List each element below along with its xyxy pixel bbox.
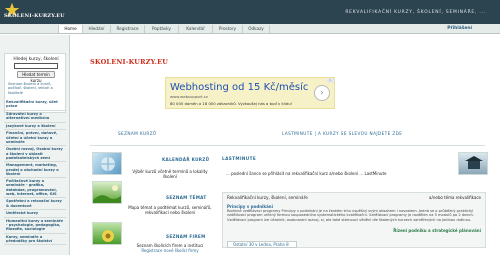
sidebar: Hledej kurzy, školení Hledat termín kurz… <box>0 35 70 255</box>
sidebar-item-financni[interactable]: Finanční, právní, daňové, účetní a účetn… <box>4 130 66 147</box>
topics-title[interactable]: SEZNAM TÉMAT <box>166 195 207 200</box>
sidebar-item-zdravotni[interactable]: Zdravotní kurzy a alternativní medicína <box>4 111 66 123</box>
course-topic-label: a/nebo téma rekvalifikace <box>429 195 481 200</box>
calendar-title[interactable]: KALENDÁŘ KURZŮ <box>162 157 209 162</box>
nav-venues[interactable]: Prostory <box>212 25 242 33</box>
calendar-thumbnail[interactable] <box>92 152 122 175</box>
main-nav: Home Hledání Registrace Poptávky Kalendá… <box>0 24 500 34</box>
lastminute-text[interactable]: ... poslední šance se přihlásit na rekva… <box>226 171 386 176</box>
ad-arrow-icon[interactable]: › <box>314 85 330 101</box>
ad-url[interactable]: www.websupport.cz <box>170 94 208 99</box>
site-header: SKOLENI-KURZY.EU REKVALIFIKAČNÍ KURZY, Š… <box>0 0 500 24</box>
sidebar-item-humanitni[interactable]: Humanitní kurzy a semináře - psychologie… <box>4 218 66 234</box>
sidebar-item-pocitacove[interactable]: Počítačové kurzy a semináře - grafika, d… <box>4 178 66 199</box>
section-heading-lastminute[interactable]: LASTMINUTE | A KURZY SE SLEVOU NAJDETE Z… <box>282 131 402 136</box>
course-related-link[interactable]: Řízení podniku a strategické plánování <box>393 228 481 233</box>
sidebar-item-osobni-rozvoj[interactable]: Osobní rozvoj, Osobní kurzy a školení v … <box>4 146 66 163</box>
nav-links[interactable]: Odkazy <box>242 25 270 33</box>
sidebar-item-umelecke[interactable]: Umělecké kurzy <box>4 210 66 218</box>
sidebar-item-jazykove[interactable]: Jazykové kurzy a školení <box>4 123 66 131</box>
register-company-link[interactable]: Registrace nové školící firmy <box>125 248 215 254</box>
ad-description: 80 000 domén a 18 000 zákazníků. Vyzkouš… <box>170 101 293 106</box>
ad-choices-icon[interactable]: ▷ <box>327 78 334 83</box>
search-label: Hledej kurzy, školení <box>13 57 59 62</box>
calendar-description: Výběr kurzů včetně termínů a lokality šk… <box>132 169 208 179</box>
site-tagline: REKVALIFIKAČNÍ KURZY, ŠKOLENÍ, SEMINÁŘE,… <box>345 10 486 15</box>
ad-banner[interactable]: ▷ Webhosting od 15 Kč/měsíc www.websuppo… <box>165 77 335 109</box>
nav-search[interactable]: Hledání <box>82 25 110 33</box>
ad-title[interactable]: Webhosting od 15 Kč/měsíc <box>170 82 308 93</box>
lastminute-thumbnail[interactable] <box>458 152 488 175</box>
nav-registration[interactable]: Registrace <box>110 25 144 33</box>
nav-home[interactable]: Home <box>58 25 82 33</box>
section-heading-kurzy: SEZNAM KURZŮ <box>118 131 157 136</box>
nav-requests[interactable]: Poptávky <box>144 25 178 33</box>
topics-description: Mapa témat a podtémat kurzů, seminářů, r… <box>128 205 212 215</box>
search-input[interactable] <box>14 63 58 69</box>
topics-thumbnail[interactable] <box>92 181 122 204</box>
sidebar-item-spotrebni[interactable]: Spotřební a relaxační kurzy & docentové <box>4 198 66 211</box>
page-title: SKOLENI-KURZY.EU <box>90 58 169 66</box>
companies-title[interactable]: SEZNAM FIREM <box>166 234 206 239</box>
sidebar-item-management[interactable]: Management, marketing, prodej a obchodní… <box>4 162 66 179</box>
search-button[interactable]: Hledat termín kurzu <box>17 71 55 83</box>
course-meta[interactable]: Ostatní 30 v Ledna, Praha 8 <box>233 242 289 247</box>
sidebar-item-skolstvi[interactable]: Kurzy, semináře a přednášky pro školství <box>4 234 66 246</box>
site-logo-text[interactable]: SKOLENI-KURZY.EU <box>4 13 65 19</box>
nav-calendar[interactable]: Kalendář <box>178 25 212 33</box>
category-menu: Rekvalifikační kurzy, účet práce Zdravot… <box>4 99 66 246</box>
course-description: Rodinné vzdělávací programy Principy v p… <box>227 209 474 222</box>
lastminute-title[interactable]: LASTMINUTE <box>222 156 256 161</box>
course-heading: Rekvalifikační kurzy, školení, semináře <box>227 195 308 200</box>
divider <box>90 145 485 146</box>
sidebar-item-rekvalifikacni[interactable]: Rekvalifikační kurzy, účet práce <box>4 99 66 111</box>
login-link[interactable]: Přihlášení <box>447 25 472 33</box>
course-panel: Rekvalifikační kurzy, školení, semináře … <box>222 192 486 248</box>
companies-thumbnail[interactable] <box>92 222 122 245</box>
search-help-link[interactable]: Seznam školení a kurzů, počítač. školení… <box>8 82 66 95</box>
